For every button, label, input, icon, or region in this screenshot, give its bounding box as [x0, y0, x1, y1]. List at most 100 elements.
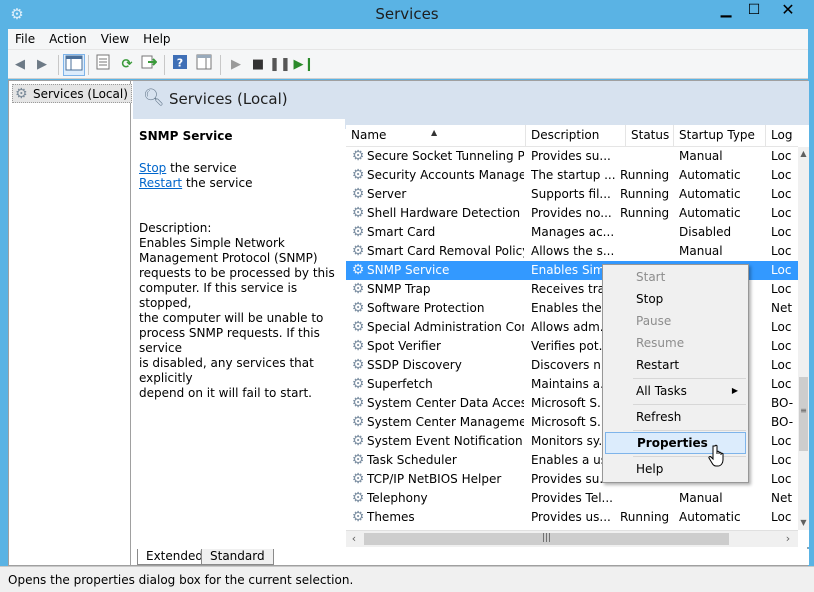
scroll-right-button[interactable]: › — [780, 531, 796, 547]
cell-name: System Center Data Access ... — [367, 396, 524, 410]
back-arrow-icon[interactable]: ◀ — [9, 54, 31, 76]
description-line: Management Protocol (SNMP) — [139, 251, 318, 265]
tab-standard[interactable]: Standard — [201, 549, 274, 565]
column-startup-type[interactable]: Startup Type — [674, 125, 766, 147]
table-row[interactable]: ⚙ Smart Card Manages ac... Disabled Loc — [346, 223, 798, 242]
cell-status: Running — [620, 187, 670, 201]
gear-icon: ⚙ — [351, 167, 365, 183]
column-log-on-as[interactable]: Log — [766, 125, 798, 147]
help-icon[interactable]: ? — [169, 54, 191, 76]
menu-item-pause[interactable]: Pause — [605, 310, 746, 332]
export-list-icon[interactable] — [138, 54, 160, 76]
cell-description: Provides su... — [531, 149, 611, 163]
gear-icon: ⚙ — [351, 148, 365, 164]
description-line: depend on it will fail to start. — [139, 386, 312, 400]
cell-startup: Automatic — [679, 510, 741, 524]
description-line: computer. If this service is stopped, — [139, 281, 298, 310]
cell-startup: Manual — [679, 491, 723, 505]
gear-icon: ⚙ — [351, 319, 365, 335]
scroll-left-button[interactable]: ‹ — [346, 531, 362, 547]
restart-service-link[interactable]: Restart — [139, 176, 182, 190]
menu-file[interactable]: File — [8, 29, 42, 49]
vertical-scroll-thumb[interactable]: ≡ — [799, 377, 808, 451]
properties-page-icon[interactable] — [92, 54, 114, 76]
view-tabs: Extended Standard — [133, 549, 809, 565]
table-row[interactable]: ⚙ Security Accounts Manager The startup ..… — [346, 166, 798, 185]
table-row[interactable]: ⚙ Themes Provides us... Running Automatic Loc — [346, 508, 798, 527]
scroll-up-button[interactable]: ▲ — [798, 147, 809, 161]
menu-item-start[interactable]: Start — [605, 266, 746, 288]
cell-logon: Loc — [771, 320, 792, 334]
submenu-arrow-icon: ▶ — [731, 386, 738, 395]
tree-item-services-local[interactable]: ⚙ Services (Local) — [12, 84, 132, 103]
table-row[interactable]: ⚙ Server Supports fil... Running Automatic Lo… — [346, 185, 798, 204]
menu-item-restart[interactable]: Restart — [605, 354, 746, 376]
cell-logon: BO- — [771, 396, 794, 410]
vertical-scrollbar[interactable]: ▲ ≡ ▼ — [798, 147, 809, 530]
gear-icon: ⚙ — [351, 357, 365, 373]
column-description[interactable]: Description — [526, 125, 626, 147]
cell-logon: Loc — [771, 472, 792, 486]
restart-link-suffix: the service — [182, 176, 253, 190]
description-line: process SNMP requests. If this service — [139, 326, 320, 355]
table-row[interactable]: ⚙ Smart Card Removal Policy Allows the s..… — [346, 242, 798, 261]
cell-logon: Loc — [771, 453, 792, 467]
cell-description: Manages ac... — [531, 225, 615, 239]
horizontal-scroll-thumb[interactable]: ||| — [364, 533, 729, 545]
table-row[interactable]: ⚙ Telephony Provides Tel... Manual Net — [346, 489, 798, 508]
cell-startup: Automatic — [679, 168, 741, 182]
refresh-icon[interactable]: ⟳ — [116, 54, 138, 76]
column-header: Name ▲ Description Status Startup Type Lo… — [346, 125, 798, 147]
cell-name: Themes — [367, 510, 415, 524]
maximize-button[interactable]: ☐ — [740, 0, 768, 22]
menu-item-all-tasks[interactable]: All Tasks ▶ — [605, 380, 746, 402]
description-label: Description: — [139, 221, 212, 235]
cell-status — [620, 147, 670, 166]
cell-name: Smart Card Removal Policy — [367, 244, 524, 258]
gear-icon: ⚙ — [351, 509, 365, 525]
cell-logon: Loc — [771, 377, 792, 391]
cell-description: Provides us... — [531, 510, 611, 524]
show-hide-console-tree-icon[interactable] — [63, 54, 85, 76]
cell-startup: Disabled — [679, 225, 732, 239]
cell-name: Software Protection — [367, 301, 485, 315]
menu-view[interactable]: View — [94, 29, 136, 49]
pause-service-icon[interactable]: ❚❚ — [269, 54, 291, 76]
scroll-down-button[interactable]: ▼ — [798, 516, 809, 530]
minimize-button[interactable]: ▁ — [712, 0, 740, 22]
show-action-pane-icon[interactable] — [193, 54, 215, 76]
menu-help[interactable]: Help — [136, 29, 177, 49]
description-line: requests to be processed by this — [139, 266, 335, 280]
detail-service-name: SNMP Service — [139, 129, 233, 143]
close-button[interactable]: ✕ — [768, 0, 808, 22]
cell-status — [620, 223, 670, 242]
stop-service-link[interactable]: Stop — [139, 161, 166, 175]
column-name[interactable]: Name ▲ — [346, 125, 526, 147]
cell-name: Telephony — [367, 491, 428, 505]
column-status[interactable]: Status — [626, 125, 674, 147]
cell-name: Shell Hardware Detection — [367, 206, 521, 220]
forward-arrow-icon[interactable]: ▶ — [31, 54, 53, 76]
menu-action[interactable]: Action — [42, 29, 94, 49]
service-detail-panel: SNMP Service Stop the service Restart th… — [133, 119, 345, 549]
menu-item-stop[interactable]: Stop — [605, 288, 746, 310]
cell-status: Running — [620, 510, 670, 524]
table-row[interactable]: ⚙ Shell Hardware Detection Provides no... R… — [346, 204, 798, 223]
gear-icon: ⚙ — [351, 281, 365, 297]
start-service-icon[interactable]: ▶ — [225, 54, 247, 76]
cell-logon: Loc — [771, 282, 792, 296]
table-row[interactable]: ⚙ Secure Socket Tunneling Pr... Provides s… — [346, 147, 798, 166]
gear-icon: ⚙ — [351, 338, 365, 354]
gear-icon: ⚙ — [351, 243, 365, 259]
cell-name: System Center Managemen... — [367, 415, 524, 429]
restart-service-icon[interactable]: ▶❙ — [293, 54, 315, 76]
menu-item-resume[interactable]: Resume — [605, 332, 746, 354]
cell-name: Task Scheduler — [367, 453, 457, 467]
description-line: the computer will be unable to — [139, 311, 324, 325]
cell-logon: Net — [771, 301, 793, 315]
search-icon: 🔍︎ — [143, 88, 165, 108]
stop-service-icon[interactable]: ■ — [247, 54, 269, 76]
horizontal-scrollbar[interactable]: ‹ ||| › — [346, 530, 798, 547]
gear-icon: ⚙ — [351, 205, 365, 221]
menu-item-refresh[interactable]: Refresh — [605, 406, 746, 428]
